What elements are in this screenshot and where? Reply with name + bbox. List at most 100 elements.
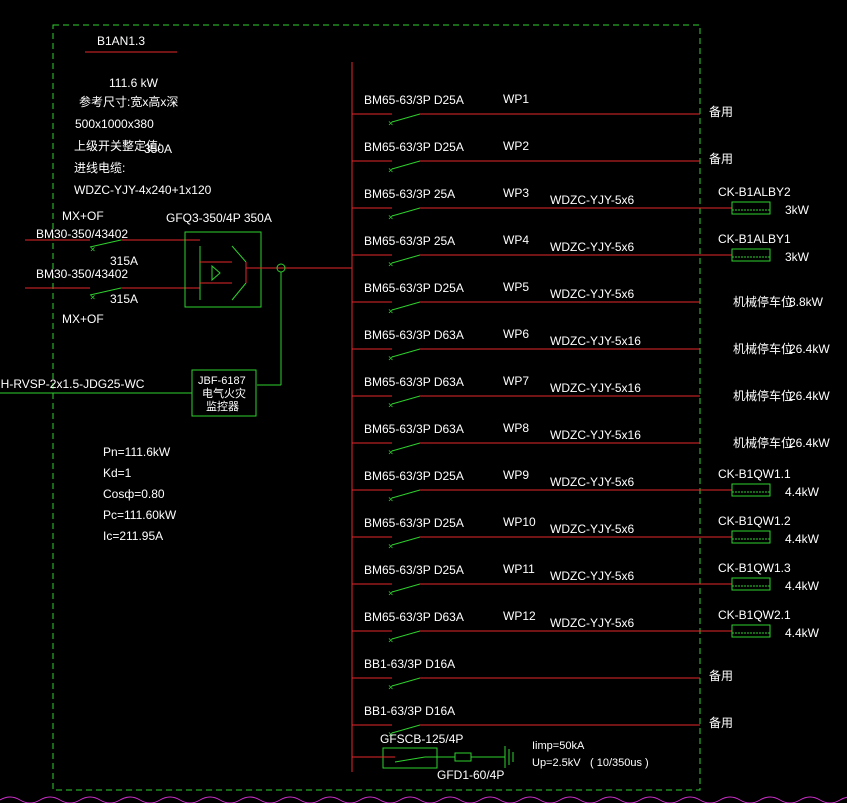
ats-contact-top: [231, 245, 247, 263]
circuit-13-switch: [391, 677, 421, 687]
circuit-10-kw: 4.4kW: [785, 532, 820, 546]
spd-up: Up=2.5kV: [532, 757, 581, 769]
circuit-3-id: WP3: [503, 186, 529, 200]
circuit-5-switch-mark: ×: [388, 307, 393, 317]
spd-device-box: [454, 752, 472, 762]
circuit-12-load-box: [731, 624, 771, 638]
circuit-2-switch-mark: ×: [388, 166, 393, 176]
circuit-7-cable: WDZC-YJY-5x16: [550, 381, 641, 395]
circuit-8-switch-mark: ×: [388, 448, 393, 458]
circuit-2-load: 备用: [709, 152, 733, 166]
circuit-3-cable: WDZC-YJY-5x6: [550, 193, 635, 207]
circuit-2-breaker: BM65-63/3P D25A: [364, 140, 464, 154]
circuit-7-kw: 26.4kW: [789, 389, 830, 403]
circuit-4-breaker: BM65-63/3P 25A: [364, 234, 455, 248]
panel-title: B1AN1.3: [97, 34, 145, 48]
calc-pn: Pn=111.6kW: [103, 445, 171, 459]
circuit-9-load: CK-B1QW1.1: [718, 467, 791, 481]
incoming-breaker-top: BM30-350/43402: [36, 227, 128, 241]
fire-monitor-line-1: JBF-6187: [198, 375, 246, 387]
ats-contact-bottom: [231, 282, 247, 301]
outgoing-circuits: BM65-63/3P D25A × WP1 备用 BM65-63/3P D25A × WP2…: [352, 92, 830, 740]
circuit-6-switch: [391, 348, 421, 358]
circuit-11-load-box: [731, 577, 771, 591]
circuit-8-load: 机械停车位: [733, 435, 793, 450]
circuit-8-cable: WDZC-YJY-5x16: [550, 428, 641, 442]
schematic-canvas: B1AN1.3 111.6 kW 参考尺寸:宽x高x深 500x1000x380…: [0, 24, 847, 803]
circuit-5-load: 机械停车位: [733, 294, 793, 309]
fire-monitor-line-3: 监控器: [206, 399, 239, 413]
circuit-10-id: WP10: [503, 515, 536, 529]
circuit-8-switch: [391, 442, 421, 452]
circuit-10-cable: WDZC-YJY-5x6: [550, 522, 635, 536]
circuit-4-cable: WDZC-YJY-5x6: [550, 240, 635, 254]
circuit-13-switch-mark: ×: [388, 683, 393, 693]
circuit-5-kw: 8.8kW: [789, 295, 824, 309]
incoming-breaker-bottom: BM30-350/43402: [36, 267, 128, 281]
circuit-13-breaker: BB1-63/3P D16A: [364, 657, 455, 671]
circuit-9-switch-mark: ×: [388, 495, 393, 505]
circuit-4-id: WP4: [503, 233, 529, 247]
circuit-6-kw: 26.4kW: [789, 342, 830, 356]
circuit-7-switch: [391, 395, 421, 405]
circuit-10-breaker: BM65-63/3P D25A: [364, 516, 464, 530]
calc-pc: Pc=111.60kW: [103, 508, 177, 522]
monitor-cable-label: NH-RVSP-2x1.5-JDG25-WC: [0, 377, 145, 391]
spd-breaker-box: [382, 747, 438, 769]
panel-size-label: 参考尺寸:宽x高x深: [79, 94, 178, 109]
circuit-6-switch-mark: ×: [388, 354, 393, 364]
circuit-7-breaker: BM65-63/3P D63A: [364, 375, 464, 389]
circuit-12-cable: WDZC-YJY-5x6: [550, 616, 635, 630]
circuit-3-load-box: [731, 201, 771, 215]
incoming-rating-bottom: 315A: [110, 292, 138, 306]
panel-size-value: 500x1000x380: [75, 117, 154, 131]
circuit-9-load-box: [731, 483, 771, 497]
circuit-14-load: 备用: [709, 716, 733, 730]
incoming-rating-top: 315A: [110, 254, 138, 268]
circuit-11-load: CK-B1QW1.3: [718, 561, 791, 575]
spd-iimp: Iimp=50kA: [532, 740, 585, 752]
circuit-3-switch-mark: ×: [388, 213, 393, 223]
circuit-9-id: WP9: [503, 468, 529, 482]
circuit-10-switch: [391, 536, 421, 546]
circuit-5-switch: [391, 301, 421, 311]
circuit-9-cable: WDZC-YJY-5x6: [550, 475, 635, 489]
accessory-top: MX+OF: [62, 209, 104, 223]
circuit-7-load: 机械停车位: [733, 388, 793, 403]
circuit-14-breaker: BB1-63/3P D16A: [364, 704, 455, 718]
fire-monitor-line-2: 电气火灾: [202, 386, 246, 400]
circuit-11-switch: [391, 583, 421, 593]
incoming-cable-value: WDZC-YJY-4x240+1x120: [74, 183, 212, 197]
circuit-6-breaker: BM65-63/3P D63A: [364, 328, 464, 342]
circuit-1-switch-mark: ×: [388, 119, 393, 129]
circuit-9-breaker: BM65-63/3P D25A: [364, 469, 464, 483]
circuit-1-load: 备用: [709, 105, 733, 119]
circuit-4-load-box: [731, 248, 771, 262]
ats-triangle-icon: [211, 264, 221, 282]
circuit-3-breaker: BM65-63/3P 25A: [364, 187, 455, 201]
circuit-1-id: WP1: [503, 92, 529, 106]
circuit-5-cable: WDZC-YJY-5x6: [550, 287, 635, 301]
circuit-7-switch-mark: ×: [388, 401, 393, 411]
circuit-2-id: WP2: [503, 139, 529, 153]
circuit-2-switch: [391, 160, 421, 170]
spd-breaker-label: GFSCB-125/4P: [380, 732, 463, 746]
circuit-8-kw: 26.4kW: [789, 436, 830, 450]
circuit-8-breaker: BM65-63/3P D63A: [364, 422, 464, 436]
circuit-4-kw: 3kW: [785, 250, 810, 264]
ats-label: GFQ3-350/4P 350A: [166, 211, 272, 225]
ats-box: [184, 231, 262, 308]
circuit-6-load: 机械停车位: [733, 341, 793, 356]
circuit-9-kw: 4.4kW: [785, 485, 820, 499]
circuit-11-cable: WDZC-YJY-5x6: [550, 569, 635, 583]
circuit-12-breaker: BM65-63/3P D63A: [364, 610, 464, 624]
circuit-1-switch: [391, 113, 421, 123]
circuit-13-load: 备用: [709, 669, 733, 683]
circuit-12-id: WP12: [503, 609, 536, 623]
circuit-4-load: CK-B1ALBY1: [718, 232, 791, 246]
circuit-6-cable: WDZC-YJY-5x16: [550, 334, 641, 348]
spd-switch: [394, 756, 426, 763]
circuit-3-kw: 3kW: [785, 203, 810, 217]
incoming-cable-label: 进线电缆:: [74, 161, 125, 175]
circuit-11-switch-mark: ×: [388, 589, 393, 599]
